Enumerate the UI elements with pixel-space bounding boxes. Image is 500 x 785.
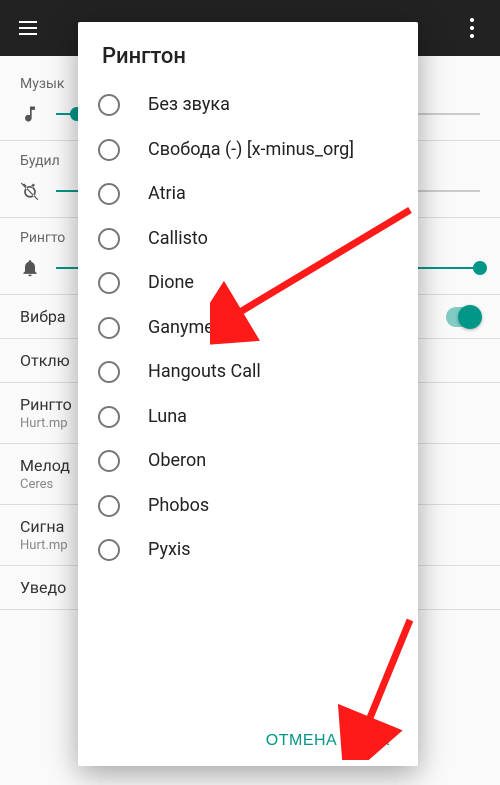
radio-icon <box>98 450 120 472</box>
radio-icon <box>98 228 120 250</box>
option-label: Callisto <box>148 228 208 251</box>
ringtone-option[interactable]: Ganymede <box>86 306 410 351</box>
radio-icon <box>98 361 120 383</box>
radio-icon <box>98 94 120 116</box>
alarm-off-icon <box>20 181 40 201</box>
option-label: Ganymede <box>148 317 234 340</box>
option-label: Luna <box>148 406 187 429</box>
radio-icon <box>98 539 120 561</box>
option-label: Dione <box>148 272 194 295</box>
ringtone-option[interactable]: Callisto <box>86 217 410 262</box>
option-label: Atria <box>148 183 186 206</box>
radio-icon <box>98 272 120 294</box>
radio-icon <box>98 317 120 339</box>
overflow-menu-icon[interactable] <box>460 16 484 40</box>
radio-icon <box>98 139 120 161</box>
ok-button[interactable]: ОК <box>367 732 390 750</box>
hamburger-icon[interactable] <box>16 16 40 40</box>
dialog-actions: ОТМЕНА ОК <box>78 722 418 766</box>
option-label: Hangouts Call <box>148 361 261 384</box>
option-label: Pyxis <box>148 539 191 562</box>
cancel-button[interactable]: ОТМЕНА <box>266 732 337 750</box>
radio-icon <box>98 183 120 205</box>
option-label: Oberon <box>148 450 206 473</box>
ringtone-option[interactable]: Atria <box>86 172 410 217</box>
radio-icon <box>98 495 120 517</box>
ringtone-option[interactable]: Без звука <box>86 83 410 128</box>
ringtone-dialog: Рингтон Без звука Свобода (-) [x-minus_o… <box>78 22 418 766</box>
ringtone-option[interactable]: Pyxis <box>86 528 410 573</box>
ringtone-option[interactable]: Hangouts Call <box>86 350 410 395</box>
ringtone-option[interactable]: Luna <box>86 395 410 440</box>
option-label: Без звука <box>148 94 230 117</box>
ringtone-option-list: Без звука Свобода (-) [x-minus_org] Atri… <box>78 83 418 722</box>
dialog-title: Рингтон <box>78 22 418 83</box>
radio-icon <box>98 406 120 428</box>
ringtone-option[interactable]: Phobos <box>86 484 410 529</box>
ringtone-option[interactable]: Oberon <box>86 439 410 484</box>
music-note-icon <box>20 104 40 124</box>
bell-icon <box>20 258 40 278</box>
vibration-switch[interactable] <box>446 307 480 327</box>
option-label: Phobos <box>148 495 209 518</box>
option-label: Свобода (-) [x-minus_org] <box>148 139 354 162</box>
ringtone-option[interactable]: Свобода (-) [x-minus_org] <box>86 128 410 173</box>
ringtone-option[interactable]: Dione <box>86 261 410 306</box>
